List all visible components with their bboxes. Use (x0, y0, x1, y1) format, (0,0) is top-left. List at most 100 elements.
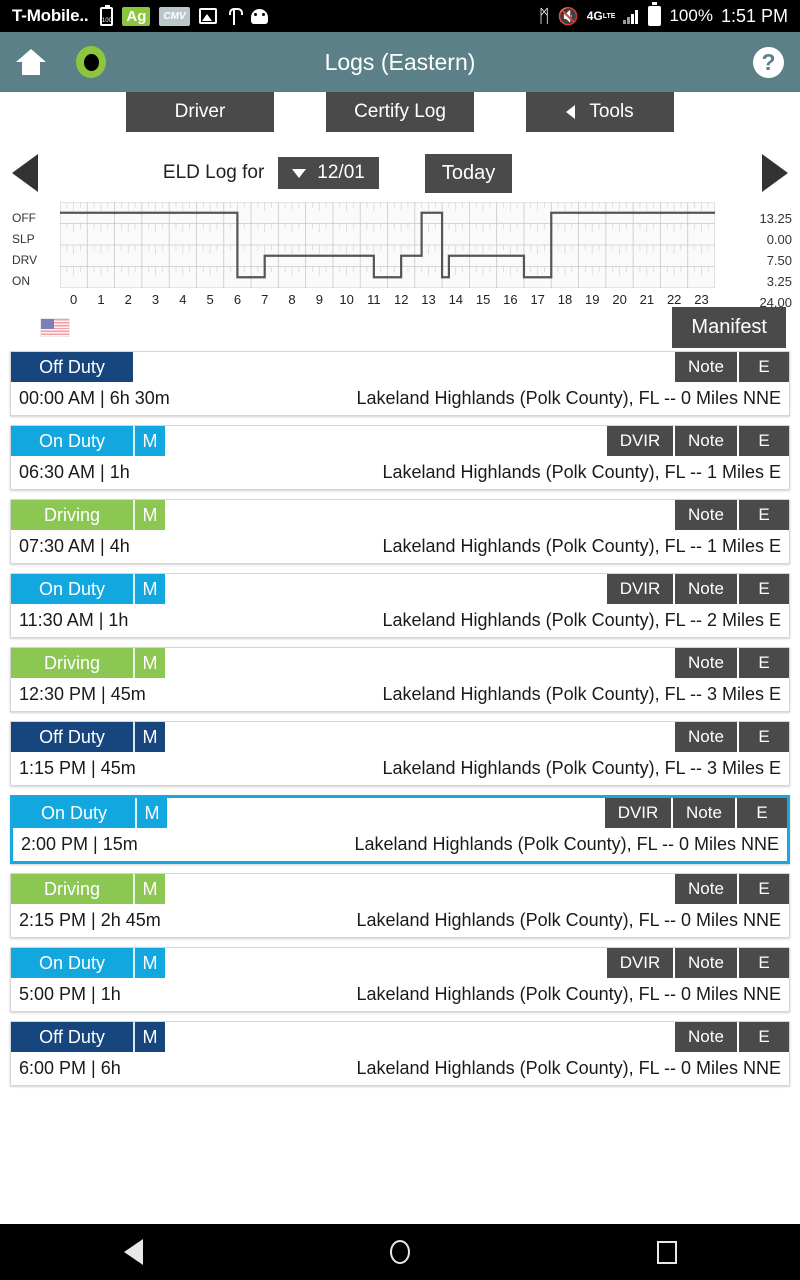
log-entry-row[interactable]: Driving M Note E 07:30 AM | 4h Lakeland Highl… (10, 499, 790, 564)
log-entry-actions: DVIR Note E (605, 426, 789, 456)
dvir-button[interactable]: DVIR (605, 574, 673, 604)
log-entry-row[interactable]: On Duty M DVIR Note E 06:30 AM | 1h Lakeland H… (10, 425, 790, 490)
e-button[interactable]: E (737, 352, 789, 382)
total-drv: 7.50 (766, 253, 792, 268)
note-button[interactable]: Note (673, 500, 737, 530)
duty-status-label: Driving (11, 648, 133, 678)
log-entry-row[interactable]: On Duty M DVIR Note E 2:00 PM | 15m Lakeland H… (10, 795, 790, 864)
date-picker[interactable]: 12/01 (278, 157, 379, 189)
e-button[interactable]: E (737, 948, 789, 978)
hour-tick-13: 13 (421, 292, 436, 307)
note-button[interactable]: Note (673, 722, 737, 752)
dvir-button[interactable]: DVIR (603, 798, 671, 828)
note-button[interactable]: Note (673, 426, 737, 456)
duty-status-badge[interactable]: On Duty M (11, 948, 165, 978)
hour-tick-9: 9 (315, 292, 323, 307)
network-sub: LTE (602, 12, 616, 20)
recents-button[interactable] (656, 1240, 677, 1264)
log-entry-location: Lakeland Highlands (Polk County), FL -- … (382, 536, 781, 556)
log-entry-row[interactable]: On Duty M DVIR Note E 5:00 PM | 1h Lakeland Hi… (10, 947, 790, 1012)
log-entry-header: On Duty M DVIR Note E (11, 426, 789, 456)
duty-status-label: On Duty (11, 426, 133, 456)
e-button[interactable]: E (737, 1022, 789, 1052)
usb-icon (226, 7, 243, 26)
4g-lte-icon: 4G LTE (587, 9, 616, 23)
e-button[interactable]: E (735, 798, 787, 828)
log-entry-location: Lakeland Highlands (Polk County), FL -- … (356, 984, 781, 1004)
back-button[interactable] (123, 1239, 143, 1265)
home-button[interactable] (389, 1240, 410, 1264)
duty-status-badge[interactable]: Driving M (11, 874, 165, 904)
hour-tick-11: 11 (367, 292, 381, 307)
hour-tick-2: 2 (124, 292, 132, 307)
e-button[interactable]: E (737, 874, 789, 904)
tab-tools-label: Tools (589, 101, 634, 122)
previous-day-arrow[interactable] (12, 154, 38, 192)
manifest-button[interactable]: Manifest (672, 306, 786, 348)
e-button[interactable]: E (737, 500, 789, 530)
duty-status-label: Off Duty (11, 352, 133, 382)
duty-status-label: On Duty (11, 574, 133, 604)
total-on: 3.25 (766, 274, 792, 289)
log-entry-header: On Duty M DVIR Note E (11, 574, 789, 604)
e-button[interactable]: E (737, 722, 789, 752)
log-entry-details: 2:00 PM | 15m Lakeland Highlands (Polk Co… (13, 828, 787, 861)
log-entry-row[interactable]: Off Duty Note E 00:00 AM | 6h 30m Lakeland H… (10, 351, 790, 416)
tab-certify-log[interactable]: Certify Log (326, 92, 474, 132)
eld-connection-indicator[interactable] (76, 46, 106, 78)
note-button[interactable]: Note (671, 798, 735, 828)
page-title: Logs (Eastern) (324, 48, 476, 75)
cmv-app-icon: CMV (159, 6, 190, 26)
log-entry-row[interactable]: Driving M Note E 12:30 PM | 45m Lakeland High… (10, 647, 790, 712)
log-entry-actions: DVIR Note E (603, 798, 787, 828)
android-status-bar: T-Mobile.. 100 Ag CMV ᛗ 🔇 4G LTE 100% 1:5… (0, 0, 800, 32)
dvir-button[interactable]: DVIR (605, 426, 673, 456)
log-entry-location: Lakeland Highlands (Polk County), FL -- … (382, 610, 781, 630)
e-button[interactable]: E (737, 648, 789, 678)
note-button[interactable]: Note (673, 1022, 737, 1052)
hour-tick-7: 7 (261, 292, 269, 307)
note-button[interactable]: Note (673, 352, 737, 382)
duty-status-badge[interactable]: Driving M (11, 648, 165, 678)
tab-driver[interactable]: Driver (126, 92, 274, 132)
next-day-arrow[interactable] (762, 154, 788, 192)
graph-plot-area[interactable] (59, 201, 716, 293)
duty-status-badge[interactable]: Off Duty (11, 352, 133, 382)
log-entry-row[interactable]: Off Duty M Note E 1:15 PM | 45m Lakeland High… (10, 721, 790, 786)
e-button[interactable]: E (737, 574, 789, 604)
mute-icon: 🔇 (557, 6, 579, 26)
date-navigation: ELD Log for 12/01 Today (0, 144, 800, 202)
log-entry-actions: Note E (673, 722, 789, 752)
android-navigation-bar (0, 1224, 800, 1280)
note-button[interactable]: Note (673, 648, 737, 678)
duty-status-badge[interactable]: Driving M (11, 500, 165, 530)
note-button[interactable]: Note (673, 948, 737, 978)
log-entry-details: 07:30 AM | 4h Lakeland Highlands (Polk Co… (11, 530, 789, 563)
log-entry-time: 6:00 PM | 6h (19, 1058, 121, 1078)
duty-status-badge[interactable]: On Duty M (11, 574, 165, 604)
note-button[interactable]: Note (673, 574, 737, 604)
log-entry-row[interactable]: Driving M Note E 2:15 PM | 2h 45m Lakeland Hi… (10, 873, 790, 938)
log-entry-header: Driving M Note E (11, 648, 789, 678)
log-entry-location: Lakeland Highlands (Polk County), FL -- … (354, 834, 779, 854)
e-button[interactable]: E (737, 426, 789, 456)
note-button[interactable]: Note (673, 874, 737, 904)
log-entry-actions: Note E (673, 648, 789, 678)
log-entry-row[interactable]: Off Duty M Note E 6:00 PM | 6h Lakeland Highl… (10, 1021, 790, 1086)
dvir-button[interactable]: DVIR (605, 948, 673, 978)
log-entry-time: 1:15 PM | 45m (19, 758, 136, 778)
hour-tick-4: 4 (179, 292, 187, 307)
total-slp: 0.00 (766, 232, 792, 247)
log-entry-actions: Note E (673, 352, 789, 382)
duty-status-badge[interactable]: On Duty M (11, 426, 165, 456)
flag-manifest-row: Manifest (0, 306, 800, 351)
today-button[interactable]: Today (424, 153, 513, 193)
hour-tick-14: 14 (448, 292, 464, 307)
duty-status-badge[interactable]: Off Duty M (11, 1022, 165, 1052)
duty-status-badge[interactable]: Off Duty M (11, 722, 165, 752)
home-icon[interactable] (16, 49, 46, 75)
tab-tools[interactable]: Tools (526, 92, 674, 132)
duty-status-badge[interactable]: On Duty M (13, 798, 167, 828)
help-icon[interactable]: ? (753, 46, 784, 78)
log-entry-row[interactable]: On Duty M DVIR Note E 11:30 AM | 1h Lakeland H… (10, 573, 790, 638)
